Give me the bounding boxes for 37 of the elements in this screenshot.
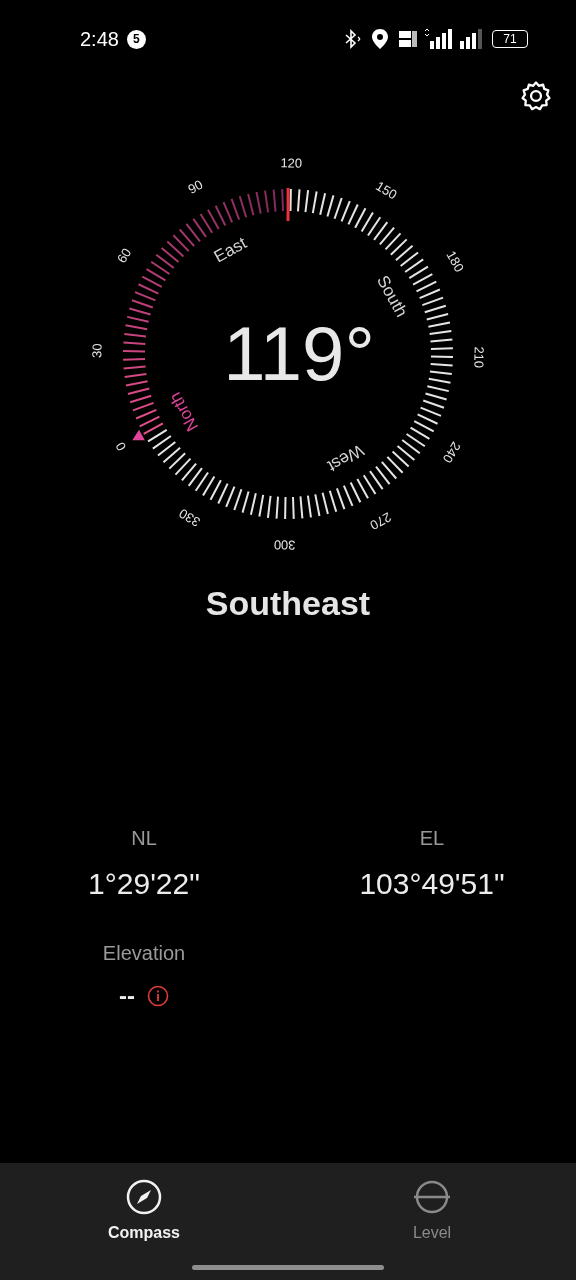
cardinal-label: North [165,388,203,435]
heading-reading: 119° [223,316,375,392]
level-icon [413,1179,451,1215]
cardinal-label: West [324,440,368,476]
signal-icon [424,29,452,49]
degree-label: 30 [89,343,105,359]
battery-indicator: 71 [492,30,528,48]
signal-icon [458,29,484,49]
coordinate-value: 103°49'51" [359,866,505,902]
cardinal-label: East [210,233,250,267]
direction-label: Southeast [205,583,371,624]
degree-label: 180 [443,248,467,275]
degree-label: 330 [176,505,203,530]
north-marker-icon [132,429,145,441]
degree-label: 90 [185,176,206,197]
notification-badge: 5 [126,29,146,49]
tab[interactable]: Level [288,1163,576,1245]
degree-label: 0 [112,439,130,454]
settings-icon [519,79,553,113]
degree-label: 270 [367,509,394,533]
degree-label: 120 [280,155,303,171]
degree-label: 300 [273,537,296,553]
coordinate-label: EL [419,826,445,851]
elevation-label: Elevation [102,941,186,966]
tab[interactable]: Compass [0,1163,288,1245]
degree-label: 60 [114,245,135,266]
coordinate-label: NL [131,826,157,851]
location-icon [372,29,388,49]
degree-label: 150 [373,178,400,203]
info-icon[interactable] [147,985,169,1007]
compass-icon [126,1179,162,1215]
degree-label: 240 [439,439,464,466]
clock: 2:48 [80,27,119,52]
cardinal-label: South [373,272,412,321]
coordinate-value: 1°29'22" [88,866,200,902]
elevation-value: -- [119,981,135,1011]
degree-label: 210 [471,346,487,369]
